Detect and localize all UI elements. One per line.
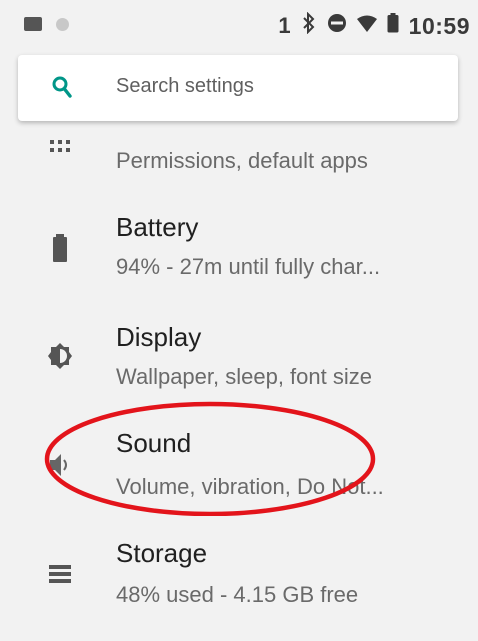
settings-item-title: Battery: [116, 212, 199, 242]
search-icon[interactable]: [52, 75, 72, 99]
settings-item-summary: 48% used - 4.15 GB free: [116, 582, 359, 607]
storage-icon: [48, 562, 72, 586]
settings-item-battery[interactable]: Battery 94% - 27m until fully char...: [0, 208, 478, 300]
settings-item-apps[interactable]: Permissions, default apps: [0, 126, 478, 188]
battery-icon: [48, 234, 72, 262]
apps-icon: [48, 140, 72, 164]
settings-item-summary: 94% - 27m until fully char...: [116, 254, 381, 279]
volume-icon: [48, 452, 72, 476]
settings-item-summary: Permissions, default apps: [116, 148, 368, 173]
settings-item-title: Storage: [116, 538, 208, 568]
settings-item-summary: Wallpaper, sleep, font size: [116, 364, 372, 389]
settings-item-display[interactable]: Display Wallpaper, sleep, font size: [0, 318, 478, 410]
search-bar[interactable]: Search settings: [18, 55, 458, 121]
settings-item-summary: Volume, vibration, Do Not...: [116, 474, 384, 499]
settings-item-title: Display: [116, 322, 202, 352]
search-input[interactable]: Search settings: [116, 75, 254, 98]
settings-item-sound[interactable]: Sound Volume, vibration, Do Not...: [0, 426, 478, 518]
brightness-icon: [48, 342, 72, 369]
settings-item-storage[interactable]: Storage 48% used - 4.15 GB free: [0, 536, 478, 628]
settings-item-title: Sound: [116, 428, 192, 458]
